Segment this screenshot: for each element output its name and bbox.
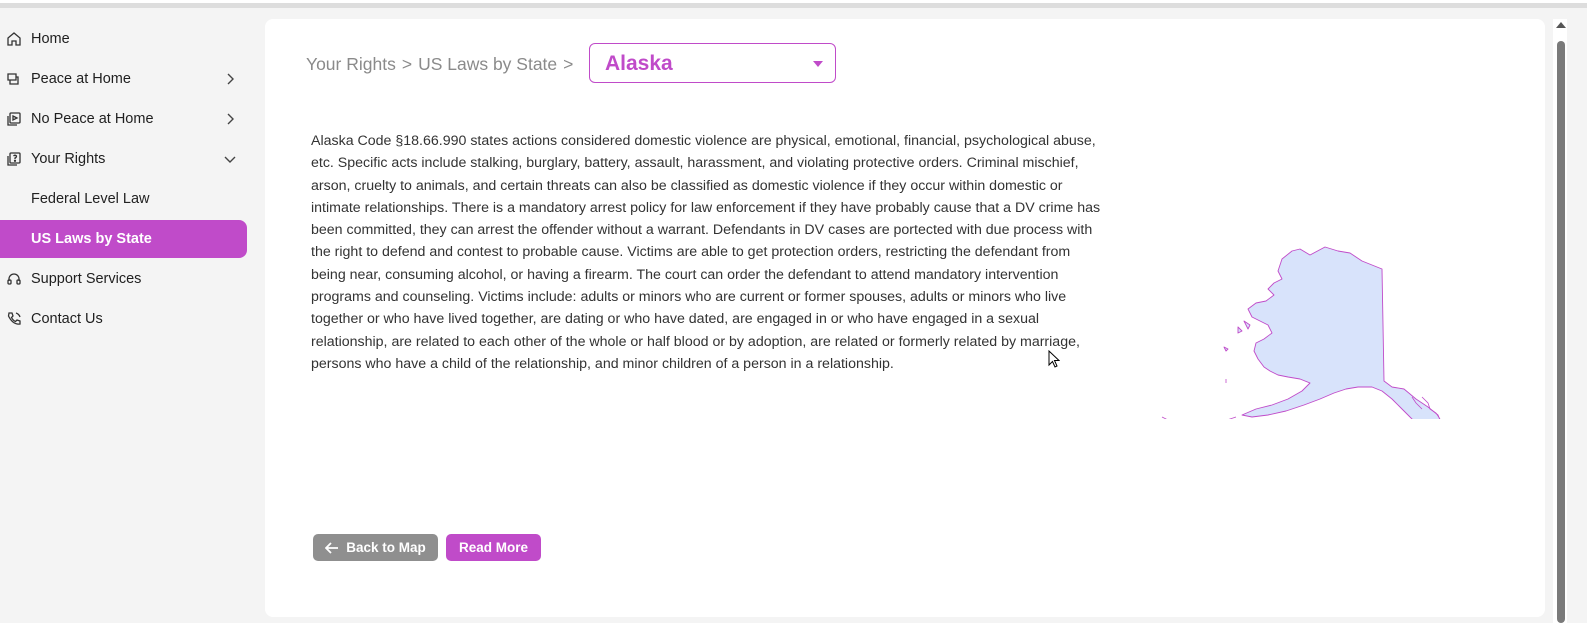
sidebar-subitem-label: US Laws by State <box>31 231 152 247</box>
sidebar: Home Peace at Home No Peace at Home Your… <box>0 20 250 340</box>
sidebar-item-label: Peace at Home <box>31 71 131 87</box>
sidebar-subitem-us-laws-by-state[interactable]: US Laws by State <box>0 220 247 258</box>
breadcrumb-us-laws-by-state[interactable]: US Laws by State <box>418 54 557 75</box>
sidebar-item-your-rights[interactable]: Your Rights <box>0 140 250 178</box>
breadcrumb-separator: > <box>401 54 413 74</box>
scroll-up-arrow-icon[interactable] <box>1556 22 1566 28</box>
back-to-map-label: Back to Map <box>346 540 426 555</box>
sidebar-item-contact-us[interactable]: Contact Us <box>0 300 250 338</box>
chevron-right-icon <box>227 113 234 125</box>
main-panel: Your Rights > US Laws by State > Alaska … <box>265 19 1545 617</box>
phone-icon <box>7 312 21 325</box>
sidebar-item-label: No Peace at Home <box>31 111 154 127</box>
breadcrumb-your-rights[interactable]: Your Rights <box>306 54 396 75</box>
sidebar-item-no-peace-at-home[interactable]: No Peace at Home <box>0 100 250 138</box>
rights-icon <box>7 152 21 166</box>
caret-down-icon <box>813 61 823 67</box>
sidebar-item-label: Your Rights <box>31 151 106 167</box>
support-icon <box>7 273 21 285</box>
breadcrumb-separator: > <box>563 54 574 74</box>
mouse-cursor-icon <box>1048 350 1060 368</box>
breadcrumb: Your Rights > US Laws by State > <box>306 54 573 75</box>
sidebar-item-label: Home <box>31 31 70 47</box>
law-description: Alaska Code §18.66.990 states actions co… <box>311 133 1101 372</box>
chevron-right-icon <box>227 73 234 85</box>
sidebar-item-support-services[interactable]: Support Services <box>0 260 250 298</box>
read-more-button[interactable]: Read More <box>446 534 541 561</box>
state-select[interactable]: Alaska <box>589 43 836 83</box>
sidebar-item-label: Support Services <box>31 271 142 287</box>
sidebar-subitem-label: Federal Level Law <box>31 191 150 207</box>
back-to-map-button[interactable]: Back to Map <box>313 534 438 561</box>
no-peace-icon <box>7 112 21 126</box>
browser-top-edge <box>0 0 1587 8</box>
sidebar-item-peace-at-home[interactable]: Peace at Home <box>0 60 250 98</box>
sidebar-item-home[interactable]: Home <box>0 20 250 58</box>
arrow-left-icon <box>325 541 339 554</box>
chevron-down-icon <box>224 156 236 163</box>
peace-icon <box>7 73 19 85</box>
home-icon <box>7 32 21 46</box>
read-more-label: Read More <box>458 540 529 555</box>
sidebar-item-label: Contact Us <box>31 311 103 327</box>
state-select-value: Alaska <box>605 52 673 75</box>
alaska-map <box>1161 246 1441 419</box>
scrollbar-thumb[interactable] <box>1557 41 1565 623</box>
sidebar-subitem-federal-level-law[interactable]: Federal Level Law <box>0 180 250 218</box>
